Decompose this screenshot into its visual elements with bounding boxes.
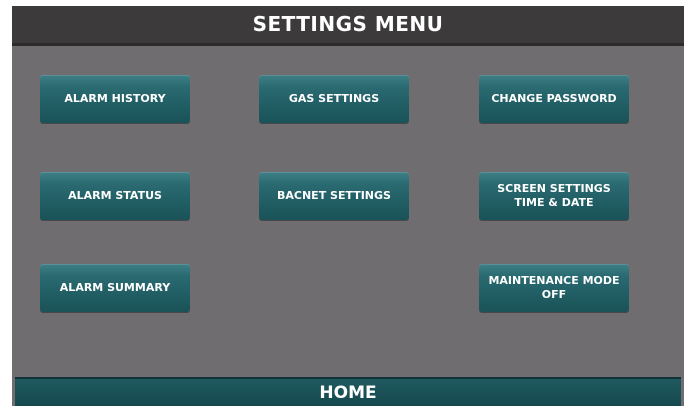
screen-settings-label-stack: SCREEN SETTINGS TIME & DATE [497,182,610,210]
screen-settings-button[interactable]: SCREEN SETTINGS TIME & DATE [479,172,629,220]
change-password-label: CHANGE PASSWORD [491,92,617,105]
bacnet-settings-button[interactable]: BACNET SETTINGS [259,172,409,220]
time-date-label: TIME & DATE [514,196,594,209]
bacnet-settings-label: BACNET SETTINGS [277,189,391,202]
gas-settings-button[interactable]: GAS SETTINGS [259,75,409,123]
screen: SETTINGS MENU ALARM HISTORY GAS SETTINGS… [0,0,688,406]
page-title: SETTINGS MENU [252,12,444,36]
gas-settings-label: GAS SETTINGS [288,92,380,105]
alarm-history-button[interactable]: ALARM HISTORY [40,75,190,123]
change-password-button[interactable]: CHANGE PASSWORD [479,75,629,123]
alarm-status-button[interactable]: ALARM STATUS [40,172,190,220]
alarm-history-label: ALARM HISTORY [64,92,166,105]
home-button[interactable]: HOME [15,377,681,406]
settings-panel: SETTINGS MENU ALARM HISTORY GAS SETTINGS… [12,6,684,406]
maintenance-mode-label: MAINTENANCE MODE OFF [488,274,620,301]
alarm-summary-button[interactable]: ALARM SUMMARY [40,264,190,312]
maintenance-mode-button[interactable]: MAINTENANCE MODE OFF [479,264,629,312]
title-bar: SETTINGS MENU [12,6,684,46]
home-label: HOME [319,383,377,403]
screen-settings-label: SCREEN SETTINGS [497,182,611,195]
alarm-summary-label: ALARM SUMMARY [59,281,171,294]
alarm-status-label: ALARM STATUS [68,189,162,202]
